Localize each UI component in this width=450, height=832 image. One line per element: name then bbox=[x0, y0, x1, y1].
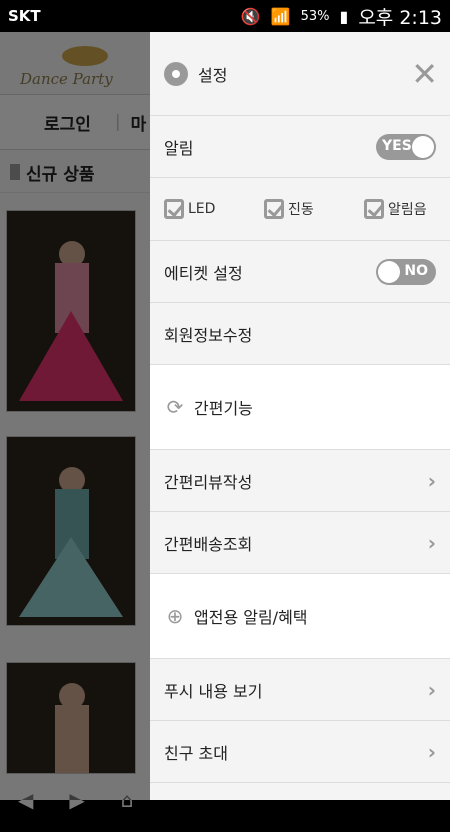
status-bar: SKT 🔇 📶 53% ▮ 오후 2:13 bbox=[0, 0, 450, 32]
quick-delivery-item[interactable]: 간편배송조회 › bbox=[150, 512, 450, 574]
refresh-icon: ⟳ bbox=[166, 395, 184, 419]
vibrate-checkbox[interactable]: 진동 bbox=[264, 199, 350, 219]
member-edit-item[interactable]: 회원정보수정 bbox=[150, 303, 450, 365]
carrier-label: SKT bbox=[8, 7, 41, 25]
invite-friend-item[interactable]: 친구 초대 › bbox=[150, 721, 450, 783]
chevron-right-icon: › bbox=[427, 468, 436, 493]
mute-icon: 🔇 bbox=[240, 6, 261, 26]
drawer-header: 설정 ✕ bbox=[150, 32, 450, 116]
etiquette-label: 에티켓 설정 bbox=[164, 263, 243, 283]
clock: 오후 2:13 bbox=[358, 6, 442, 29]
battery-icon: ▮ bbox=[339, 6, 349, 26]
chevron-right-icon: › bbox=[427, 739, 436, 764]
close-icon[interactable]: ✕ bbox=[411, 58, 438, 90]
quick-review-item[interactable]: 간편리뷰작성 › bbox=[150, 450, 450, 512]
chevron-right-icon: › bbox=[427, 530, 436, 555]
sound-checkbox[interactable]: 알림음 bbox=[364, 199, 450, 219]
checkbox-icon bbox=[264, 199, 284, 219]
push-history-item[interactable]: 푸시 내용 보기 › bbox=[150, 659, 450, 721]
led-checkbox[interactable]: LED bbox=[164, 199, 250, 219]
gear-icon bbox=[164, 61, 188, 86]
checkbox-icon bbox=[364, 199, 384, 219]
chevron-right-icon: › bbox=[427, 677, 436, 702]
etiquette-row: 에티켓 설정 NO bbox=[150, 241, 450, 303]
alarm-label: 알림 bbox=[164, 138, 194, 158]
etiquette-toggle[interactable]: NO bbox=[376, 258, 436, 285]
alarm-row: 알림 YES bbox=[150, 116, 450, 178]
target-icon: ⊕ bbox=[166, 604, 184, 628]
drawer-title: 설정 bbox=[198, 65, 228, 85]
battery-percent: 53% bbox=[300, 8, 330, 24]
app-group-header: ⊕ 앱전용 알림/혜택 bbox=[150, 574, 450, 659]
quick-group-header: ⟳ 간편기능 bbox=[150, 365, 450, 450]
checkbox-icon bbox=[164, 199, 184, 219]
wifi-icon: 📶 bbox=[270, 6, 291, 26]
settings-drawer: 설정 ✕ 알림 YES LED 진동 알림음 에티켓 설정 NO 회원정보수정 bbox=[150, 32, 450, 800]
alarm-options: LED 진동 알림음 bbox=[150, 178, 450, 241]
alarm-toggle[interactable]: YES bbox=[376, 133, 436, 160]
